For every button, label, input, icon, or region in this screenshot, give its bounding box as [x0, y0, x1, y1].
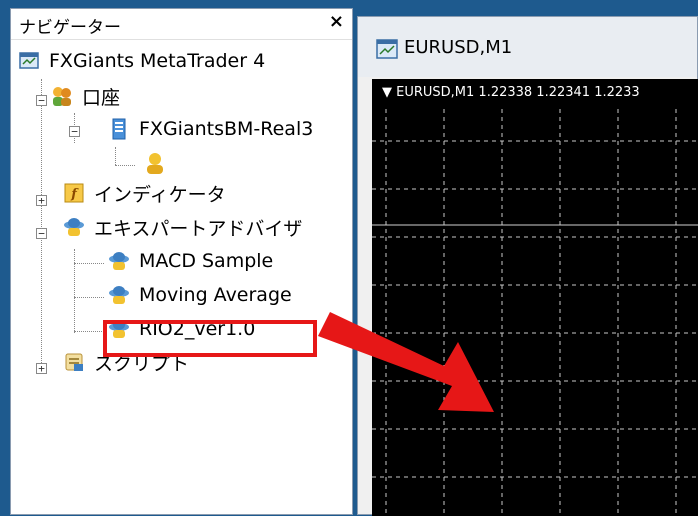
chart-area[interactable]: ▼ EURUSD,M1 1.22338 1.22341 1.2233 [372, 79, 698, 516]
collapse-toggle[interactable]: − [69, 126, 80, 137]
navigator-panel: ナビゲーター × − − + − + FXGiants MetaTrader 4… [10, 8, 353, 515]
tree-item-label: FXGiants MetaTrader 4 [49, 50, 266, 72]
tree-item-label: エキスパートアドバイザ [94, 217, 303, 240]
tree-item-account[interactable] [143, 149, 175, 177]
tree-item-label: インディケータ [94, 183, 226, 206]
tree-line [41, 79, 42, 369]
tree-item-indicators[interactable]: f インディケータ [62, 179, 226, 207]
expand-toggle[interactable]: + [36, 363, 47, 374]
tree-item-expert-advisors[interactable]: エキスパートアドバイザ [62, 213, 302, 241]
expert-icon [107, 283, 131, 307]
chart-titlebar[interactable]: EURUSD,M1 [358, 17, 697, 77]
tree-item-label: Moving Average [139, 284, 292, 306]
tree-item-label: 口座 [82, 86, 121, 109]
chart-info-line: ▼ EURUSD,M1 1.22338 1.22341 1.2233 [382, 85, 640, 100]
highlight-box [103, 320, 317, 357]
tree-item-label: FXGiantsBM-Real3 [139, 118, 314, 140]
close-icon[interactable]: × [329, 11, 344, 32]
tree-line [74, 331, 104, 332]
chart-window-icon [376, 39, 398, 59]
expert-advisors-icon [62, 215, 86, 239]
server-icon [107, 117, 131, 141]
platform-icon [17, 49, 41, 73]
expand-toggle[interactable]: + [36, 195, 47, 206]
tree-line [74, 263, 104, 264]
tree-item-macd-sample[interactable]: MACD Sample [107, 247, 273, 275]
tree-line [74, 297, 104, 298]
tree-item-moving-average[interactable]: Moving Average [107, 281, 292, 309]
chart-window[interactable]: EURUSD,M1 ▼ EURUSD,M1 1.22338 1.22341 1.… [357, 16, 698, 516]
tree-item-accounts[interactable]: 口座 [50, 82, 120, 110]
accounts-icon [50, 84, 74, 108]
tree-line [74, 249, 75, 333]
tree-line [115, 165, 135, 166]
navigator-header: ナビゲーター × [11, 9, 352, 40]
expert-icon [107, 249, 131, 273]
collapse-toggle[interactable]: − [36, 228, 47, 239]
tree-item-platform[interactable]: FXGiants MetaTrader 4 [17, 47, 265, 75]
collapse-toggle[interactable]: − [36, 95, 47, 106]
navigator-title: ナビゲーター [19, 18, 121, 38]
chart-window-title: EURUSD,M1 [404, 37, 513, 58]
indicators-icon: f [62, 181, 86, 205]
tree-item-server[interactable]: FXGiantsBM-Real3 [107, 115, 313, 143]
user-account-icon [143, 151, 167, 175]
chart-grid [372, 109, 698, 516]
tree-item-label: MACD Sample [139, 250, 274, 272]
tree-line [115, 147, 116, 165]
scripts-icon [62, 350, 86, 374]
